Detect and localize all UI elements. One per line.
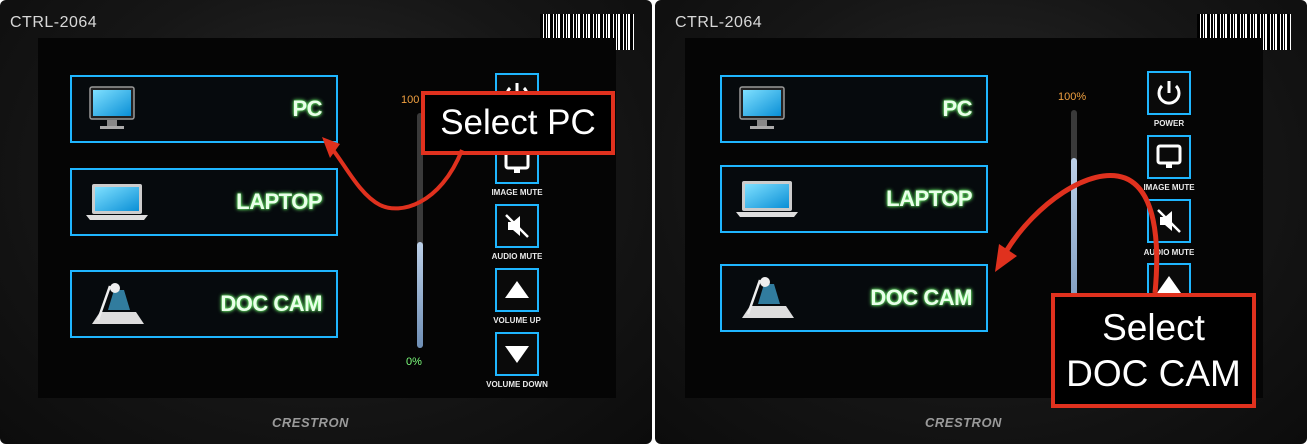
monitor-icon (739, 86, 785, 129)
volume-min-label: 0% (406, 356, 422, 368)
volume-up-button[interactable] (495, 268, 539, 312)
volume-max-label: 100 (401, 94, 420, 106)
annotation-callout: Select PC (421, 91, 615, 155)
volume-down-button[interactable] (495, 332, 539, 376)
callout-line-2: DOC CAM (1066, 353, 1241, 394)
document-camera-icon (742, 277, 794, 318)
power-icon (1157, 81, 1181, 105)
source-label-pc: PC (292, 96, 322, 121)
volume-level (417, 242, 423, 348)
source-label-laptop: LAPTOP (886, 186, 972, 211)
brand-logo: CRESTRON (272, 415, 349, 430)
audio-mute-button[interactable] (1147, 199, 1191, 243)
source-label-laptop: LAPTOP (236, 189, 322, 214)
monitor-icon (1156, 144, 1182, 168)
device-label: CTRL-2064 (10, 14, 98, 31)
volume-max-label: 100% (1058, 91, 1087, 103)
image-mute-caption: IMAGE MUTE (1143, 183, 1195, 192)
source-button-doc-cam[interactable]: DOC CAM (70, 270, 338, 338)
document-camera-icon (92, 283, 144, 324)
device-label: CTRL-2064 (675, 14, 763, 31)
laptop-icon (736, 181, 798, 217)
monitor-icon (89, 86, 135, 129)
source-button-pc[interactable]: PC (70, 75, 338, 143)
touch-panel-left: CTRL-2064 PC LAPTOP DOC CAM 100 0% IMAGE… (0, 0, 652, 444)
source-button-pc[interactable]: PC (720, 75, 988, 143)
image-mute-caption: IMAGE MUTE (491, 188, 543, 197)
triangle-down-icon (505, 346, 529, 363)
speaker-mute-icon (505, 214, 529, 238)
audio-mute-button[interactable] (495, 204, 539, 248)
volume-down-caption: VOLUME DOWN (486, 380, 548, 389)
callout-line-1: Select (1102, 307, 1205, 348)
source-button-doc-cam[interactable]: DOC CAM (720, 264, 988, 332)
audio-mute-caption: AUDIO MUTE (1143, 248, 1195, 257)
touch-panel-right: CTRL-2064 PC LAPTOP DOC CAM 100% POWER I… (655, 0, 1307, 444)
speaker-mute-icon (1157, 209, 1181, 233)
laptop-icon (86, 184, 148, 220)
image-mute-button[interactable] (1147, 135, 1191, 179)
source-button-laptop[interactable]: LAPTOP (720, 165, 988, 233)
volume-up-caption: VOLUME UP (493, 316, 541, 325)
source-button-laptop[interactable]: LAPTOP (70, 168, 338, 236)
brand-logo: CRESTRON (925, 415, 1002, 430)
audio-mute-caption: AUDIO MUTE (491, 252, 543, 261)
triangle-up-icon (505, 281, 529, 298)
power-caption: POWER (1153, 119, 1185, 128)
source-label-doc-cam: DOC CAM (870, 285, 972, 310)
annotation-callout: Select DOC CAM (1051, 293, 1256, 408)
source-label-doc-cam: DOC CAM (220, 291, 322, 316)
source-label-pc: PC (942, 96, 972, 121)
power-button[interactable] (1147, 71, 1191, 115)
